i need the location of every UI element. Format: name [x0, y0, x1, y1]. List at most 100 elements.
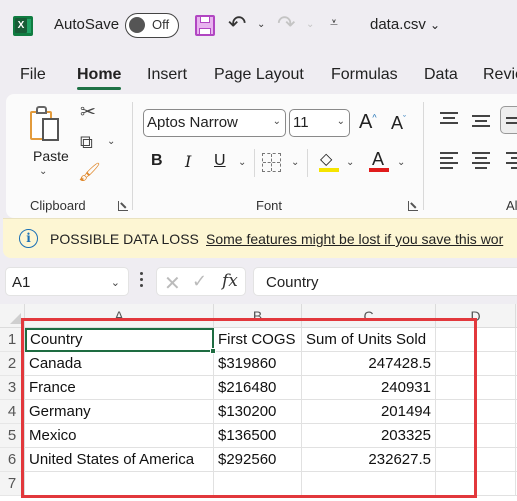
- redo-icon[interactable]: ↷: [277, 11, 295, 37]
- font-color-dropdown-icon[interactable]: ⌄: [397, 157, 405, 168]
- cell[interactable]: 232627.5: [302, 448, 436, 472]
- font-color-bar: [369, 168, 389, 172]
- cell[interactable]: Germany: [25, 400, 214, 424]
- toggle-knob: [129, 17, 145, 33]
- align-center-icon[interactable]: [472, 152, 490, 169]
- paste-icon[interactable]: [30, 106, 66, 146]
- select-all-button[interactable]: [0, 304, 25, 328]
- align-bottom-icon[interactable]: [500, 106, 517, 134]
- underline-button[interactable]: U: [214, 152, 226, 170]
- cell[interactable]: $292560: [214, 448, 302, 472]
- tab-page-layout[interactable]: Page Layout: [214, 66, 304, 84]
- column-header-b[interactable]: B: [214, 304, 302, 328]
- title-bar: X AutoSave Off ↶ ⌄ ↷ ⌄ ⩡ data.csv ⌄: [0, 0, 517, 52]
- paste-button[interactable]: Paste: [33, 148, 69, 164]
- font-launcher-icon[interactable]: [408, 201, 418, 211]
- undo-dropdown-icon[interactable]: ⌄: [257, 19, 265, 30]
- cell[interactable]: $319860: [214, 352, 302, 376]
- align-top-icon[interactable]: [440, 112, 458, 126]
- copy-dropdown-icon[interactable]: ⌄: [107, 136, 115, 147]
- cell[interactable]: France: [25, 376, 214, 400]
- cell[interactable]: [302, 472, 436, 496]
- active-cell[interactable]: Country: [25, 328, 214, 352]
- more-options-icon[interactable]: [140, 272, 144, 290]
- column-header-d[interactable]: D: [436, 304, 516, 328]
- align-middle-icon[interactable]: [472, 112, 490, 127]
- cell[interactable]: [436, 400, 516, 424]
- tab-data[interactable]: Data: [424, 66, 458, 84]
- cell[interactable]: [436, 472, 516, 496]
- align-left-icon[interactable]: [440, 152, 458, 169]
- cell[interactable]: United States of America: [25, 448, 214, 472]
- formula-input[interactable]: Country: [253, 267, 517, 296]
- row-header[interactable]: 1: [0, 328, 25, 352]
- redo-dropdown-icon[interactable]: ⌄: [306, 19, 314, 30]
- cell[interactable]: 247428.5: [302, 352, 436, 376]
- cell[interactable]: [436, 352, 516, 376]
- cancel-icon[interactable]: ✕: [164, 271, 181, 296]
- cell[interactable]: [436, 424, 516, 448]
- warning-title: POSSIBLE DATA LOSS: [50, 231, 199, 247]
- ribbon: Paste ⌄ ✂ ⧉ ⌄ 🖌 Clipboard Aptos Narrow ⌄ …: [6, 94, 517, 218]
- cell[interactable]: First COGS: [214, 328, 302, 352]
- borders-dropdown-icon[interactable]: ⌄: [291, 157, 299, 168]
- font-color-button[interactable]: A: [372, 149, 384, 170]
- fill-color-dropdown-icon[interactable]: ⌄: [346, 157, 354, 168]
- tab-file[interactable]: File: [20, 66, 46, 84]
- cell[interactable]: $136500: [214, 424, 302, 448]
- tab-formulas[interactable]: Formulas: [331, 66, 398, 84]
- bold-button[interactable]: B: [151, 152, 163, 170]
- increase-font-size-button[interactable]: A^: [359, 111, 377, 134]
- cell[interactable]: Sum of Units Sold: [302, 328, 436, 352]
- format-painter-icon[interactable]: 🖌: [78, 162, 101, 183]
- row-header[interactable]: 3: [0, 376, 25, 400]
- tab-home[interactable]: Home: [77, 66, 122, 90]
- cell[interactable]: [436, 376, 516, 400]
- font-size-select[interactable]: 11 ⌄: [289, 109, 350, 137]
- autosave-toggle[interactable]: Off: [125, 13, 179, 38]
- cell[interactable]: [436, 448, 516, 472]
- save-icon[interactable]: [195, 15, 215, 36]
- cell[interactable]: 203325: [302, 424, 436, 448]
- cell[interactable]: [436, 328, 516, 352]
- cell[interactable]: 240931: [302, 376, 436, 400]
- row-header[interactable]: 5: [0, 424, 25, 448]
- cell[interactable]: 201494: [302, 400, 436, 424]
- row-header[interactable]: 7: [0, 472, 25, 496]
- row-header[interactable]: 2: [0, 352, 25, 376]
- row-header[interactable]: 4: [0, 400, 25, 424]
- align-right-icon[interactable]: [506, 152, 517, 169]
- chevron-down-icon: ⌄: [272, 116, 281, 127]
- chevron-down-icon[interactable]: ⌄: [111, 276, 120, 289]
- cell[interactable]: [25, 472, 214, 496]
- borders-icon[interactable]: [262, 153, 281, 172]
- autosave-state: Off: [152, 17, 170, 32]
- clipboard-launcher-icon[interactable]: [118, 201, 128, 211]
- filename[interactable]: data.csv ⌄: [370, 16, 440, 33]
- tab-insert[interactable]: Insert: [147, 66, 187, 84]
- paste-dropdown-icon[interactable]: ⌄: [39, 166, 47, 177]
- underline-dropdown-icon[interactable]: ⌄: [238, 157, 246, 168]
- row-header[interactable]: 6: [0, 448, 25, 472]
- enter-icon[interactable]: ✓: [192, 271, 207, 292]
- cell[interactable]: $130200: [214, 400, 302, 424]
- cut-icon[interactable]: ✂: [80, 101, 96, 124]
- customize-quick-access-icon[interactable]: ⩡: [330, 14, 338, 31]
- copy-icon[interactable]: ⧉: [80, 132, 93, 153]
- italic-button[interactable]: I: [185, 152, 191, 171]
- decrease-font-size-button[interactable]: Aˇ: [391, 113, 406, 134]
- column-header-c[interactable]: C: [302, 304, 436, 328]
- cell[interactable]: $216480: [214, 376, 302, 400]
- cell[interactable]: [214, 472, 302, 496]
- fill-color-icon[interactable]: ◇: [320, 149, 332, 169]
- name-box[interactable]: A1 ⌄: [5, 267, 129, 296]
- tab-review[interactable]: Revie: [483, 66, 517, 84]
- cell[interactable]: Canada: [25, 352, 214, 376]
- fill-handle[interactable]: [210, 348, 216, 354]
- warning-message-link[interactable]: Some features might be lost if you save …: [206, 231, 503, 247]
- cell[interactable]: Mexico: [25, 424, 214, 448]
- undo-icon[interactable]: ↶: [228, 11, 246, 37]
- font-name-select[interactable]: Aptos Narrow ⌄: [143, 109, 286, 137]
- insert-function-icon[interactable]: fx: [222, 271, 238, 291]
- column-header-a[interactable]: A: [25, 304, 214, 328]
